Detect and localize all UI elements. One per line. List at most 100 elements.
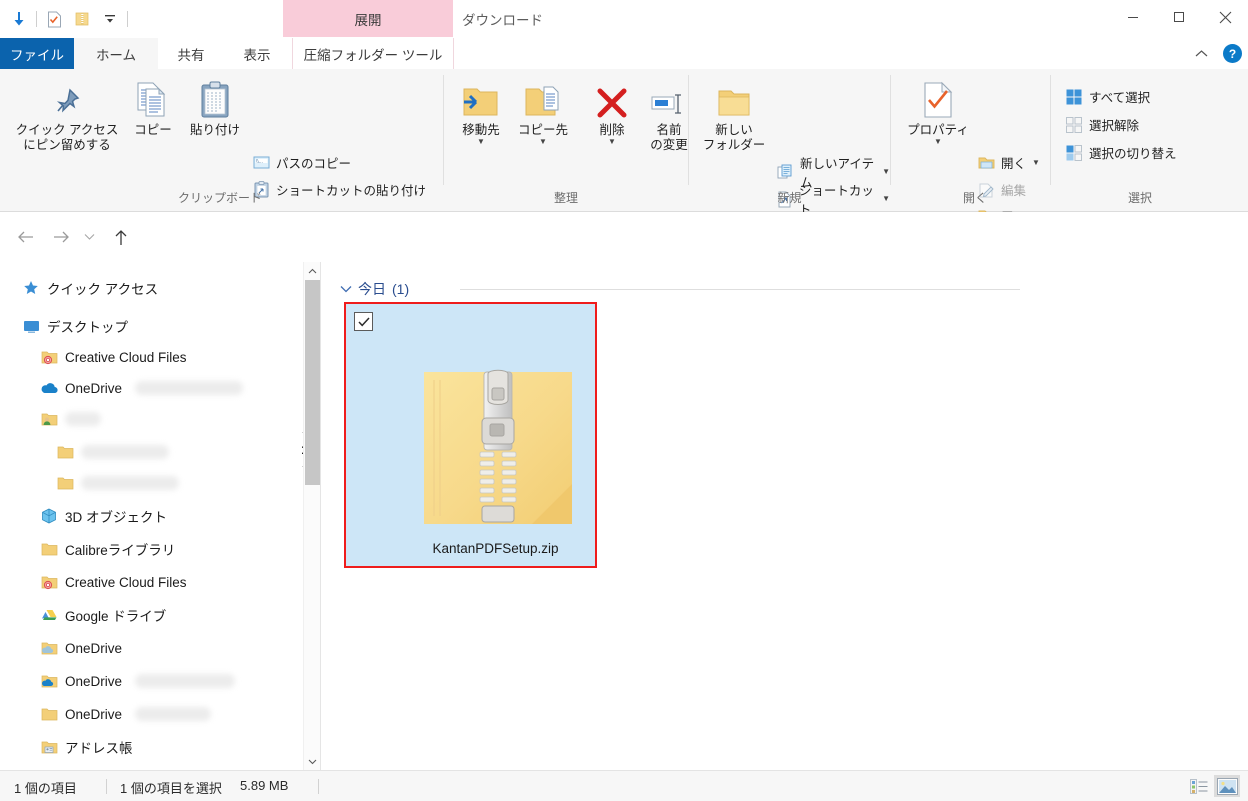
status-item-count: 1 個の項目 (14, 781, 77, 796)
properties-caret-icon[interactable]: ▼ (934, 138, 942, 146)
help-button-label: ? (1228, 46, 1237, 61)
sidebar-item-onedrive-folder-2-redacted (135, 674, 236, 688)
download-icon[interactable] (8, 8, 30, 30)
svg-text:\\...: \\... (256, 159, 263, 165)
delete-button[interactable]: 削除 ▼ (584, 75, 640, 146)
paste-label: 貼り付け (189, 123, 240, 137)
google-drive-icon (40, 606, 58, 624)
properties-icon (922, 75, 954, 119)
zip-folder-icon[interactable] (71, 8, 93, 30)
select-all-label: すべて選択 (1089, 91, 1151, 105)
help-button[interactable]: ? (1223, 44, 1242, 63)
file-list-view[interactable]: 今日 (1) KantanPDFSetup.zip (321, 262, 1248, 770)
sidebar-item-onedrive-folder-3-redacted (135, 707, 212, 721)
folder-contacts-icon (40, 738, 58, 756)
tab-file[interactable]: ファイル (0, 38, 74, 69)
group-header-rule (460, 289, 1020, 290)
move-to-button[interactable]: 移動先 ▼ (450, 75, 512, 146)
scroll-up-button[interactable] (304, 262, 321, 279)
tab-home[interactable]: ホーム (74, 38, 158, 69)
sidebar-item-calibre-library-label: Calibreライブラリ (65, 543, 176, 558)
tab-view[interactable]: 表示 (224, 38, 290, 69)
sidebar-item-onedrive-folder-1[interactable]: OneDrive (40, 634, 122, 662)
quick-access-toolbar (8, 5, 128, 33)
sidebar-item-creative-cloud-files[interactable]: Creative Cloud Files (40, 343, 187, 371)
tab-compressed-folder-tools[interactable]: 圧縮フォルダー ツール (292, 38, 454, 69)
tab-share-label: 共有 (177, 47, 205, 63)
sidebar-item-subfolder-redacted-2[interactable] (56, 469, 179, 497)
folder-icon (56, 474, 74, 492)
navigation-pane: クイック アクセス デスクトップ Creative Cloud Files On… (0, 262, 302, 770)
recent-locations-button[interactable] (79, 222, 99, 252)
ribbon-tab-strip: ファイル ホーム 共有 表示 圧縮フォルダー ツール (0, 38, 1248, 107)
sidebar-item-calibre-library[interactable]: Calibreライブラリ (40, 535, 175, 563)
close-button[interactable] (1202, 0, 1248, 34)
copy-button[interactable]: コピー (124, 75, 182, 138)
copy-to-icon (524, 75, 562, 119)
ribbon-group-select: すべて選択 選択解除 選択の切り替え 選択 (1051, 69, 1229, 210)
maximize-button[interactable] (1156, 0, 1202, 34)
highlight-annotation-box (344, 302, 597, 568)
properties-icon[interactable] (43, 8, 65, 30)
sidebar-item-onedrive-folder-3[interactable]: OneDrive (40, 700, 212, 728)
select-none-button[interactable]: 選択解除 (1065, 115, 1139, 134)
back-button[interactable] (10, 222, 40, 252)
up-button[interactable] (106, 222, 136, 252)
group-header-today[interactable]: 今日 (1) (340, 279, 1020, 299)
sidebar-item-onedrive-personal[interactable]: OneDrive (40, 374, 244, 402)
sidebar-item-quick-access-label: クイック アクセス (47, 282, 159, 297)
chevron-down-icon[interactable] (340, 282, 352, 296)
open-icon (977, 154, 995, 172)
sidebar-item-subfolder-redacted-1[interactable] (56, 438, 169, 466)
open-button[interactable]: 開く ▼ (977, 153, 1040, 172)
address-bar-row: ❯ PC ❯ Local Disk (C:) ❯ ユーザー ❯ ❯ ダウンロード (0, 212, 1248, 467)
sidebar-item-creative-cloud-files-2[interactable]: Creative Cloud Files (40, 568, 187, 596)
sidebar-item-quick-access[interactable]: クイック アクセス (22, 274, 158, 302)
new-folder-button[interactable]: 新しい フォルダー (697, 75, 771, 153)
sidebar-item-address-book-label: アドレス帳 (65, 741, 133, 756)
window-title: ダウンロード (462, 12, 543, 28)
status-selection: 1 個の項目を選択 (120, 781, 222, 796)
ribbon-group-new-label: 新規 (777, 191, 802, 205)
select-all-button[interactable]: すべて選択 (1065, 87, 1150, 106)
sidebar-item-3d-objects[interactable]: 3D オブジェクト (40, 502, 167, 530)
copy-to-caret-icon[interactable]: ▼ (539, 138, 547, 146)
paste-button[interactable]: 貼り付け (180, 75, 250, 138)
rename-icon (650, 75, 688, 119)
collapse-ribbon-button[interactable] (1191, 44, 1211, 64)
ribbon-group-select-label: 選択 (1127, 191, 1152, 205)
navigation-pane-scrollbar[interactable] (303, 262, 321, 770)
scroll-down-button[interactable] (304, 753, 321, 770)
minimize-button[interactable] (1110, 0, 1156, 34)
move-to-caret-icon[interactable]: ▼ (477, 138, 485, 146)
delete-icon (596, 75, 628, 119)
new-folder-icon (716, 75, 752, 119)
properties-button[interactable]: プロパティ ▼ (903, 75, 973, 146)
scrollbar-thumb[interactable] (305, 280, 320, 485)
tab-share[interactable]: 共有 (158, 38, 224, 69)
ribbon-group-clipboard: クイック アクセス にピン留めする コピー 貼り付け \\... パスのコピー … (0, 69, 443, 244)
delete-label: 削除 (599, 123, 625, 137)
tab-compressed-folder-tools-label: 圧縮フォルダー ツール (303, 47, 443, 63)
folder-cc-icon (40, 348, 58, 366)
new-item-caret-icon[interactable]: ▼ (882, 168, 890, 176)
sidebar-item-onedrive-folder-2[interactable]: OneDrive (40, 667, 236, 695)
explorer-window: 展開 ダウンロード ファイル ホーム 共有 表示 圧縮フォルダー ツール ? ク… (0, 0, 1248, 801)
invert-selection-button[interactable]: 選択の切り替え (1065, 143, 1177, 162)
sidebar-item-google-drive[interactable]: Google ドライブ (40, 601, 166, 629)
copy-path-button[interactable]: \\... パスのコピー (252, 153, 351, 172)
sidebar-item-user-folder-redacted[interactable] (40, 405, 101, 433)
ribbon: クイック アクセス にピン留めする コピー 貼り付け \\... パスのコピー … (0, 69, 1248, 244)
open-caret-icon[interactable]: ▼ (1032, 158, 1040, 167)
pin-to-quick-access-button[interactable]: クイック アクセス にピン留めする (8, 75, 126, 153)
large-icons-view-button[interactable] (1214, 775, 1240, 797)
forward-button[interactable] (46, 222, 76, 252)
sidebar-item-desktop[interactable]: デスクトップ (22, 312, 128, 340)
sidebar-item-address-book[interactable]: アドレス帳 (40, 733, 133, 761)
customize-qat-icon[interactable] (99, 8, 121, 30)
ribbon-group-clipboard-label: クリップボード (177, 191, 262, 205)
copy-to-button[interactable]: コピー先 ▼ (512, 75, 574, 146)
delete-caret-icon[interactable]: ▼ (608, 138, 616, 146)
contextual-tab-group-text: 展開 (354, 12, 382, 28)
details-view-button[interactable] (1186, 775, 1212, 797)
